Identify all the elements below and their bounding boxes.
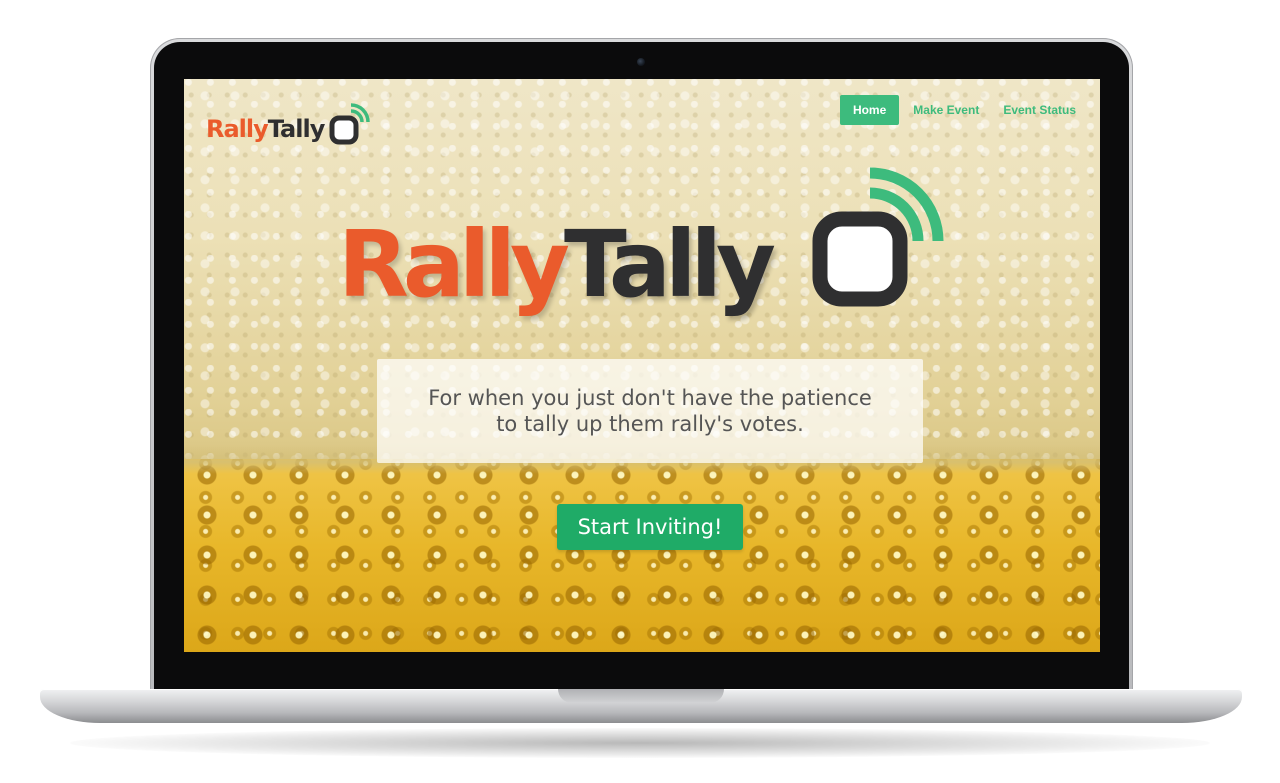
hero-logo: RallyTally — [338, 165, 968, 355]
hero-tally-text: Tally — [563, 211, 776, 318]
nav-event-status[interactable]: Event Status — [993, 95, 1086, 125]
start-inviting-button[interactable]: Start Inviting! — [557, 504, 743, 550]
laptop-mockup: Rally Tally Home Make Event Event Status… — [0, 0, 1280, 783]
signal-box-icon — [329, 101, 371, 149]
hero-signal-box-icon — [806, 165, 966, 329]
tagline-text: For when you just don't have the patienc… — [428, 386, 872, 436]
nav-home[interactable]: Home — [839, 95, 900, 125]
laptop-notch — [558, 689, 724, 703]
beer-bubbles-background — [184, 459, 1100, 652]
hero-logo-wordmark: RallyTally — [338, 215, 776, 315]
main-nav: Home Make Event Event Status — [839, 95, 1086, 125]
hero-rally-text: Rally — [338, 211, 570, 318]
logo-tally-text: Tally — [267, 115, 326, 143]
nav-make-event[interactable]: Make Event — [903, 95, 989, 125]
laptop-shadow — [70, 728, 1210, 758]
camera-icon — [637, 58, 645, 66]
nav-logo[interactable]: Rally Tally — [206, 103, 371, 149]
website-screen: Rally Tally Home Make Event Event Status… — [184, 79, 1100, 652]
tagline-box: For when you just don't have the patienc… — [377, 359, 923, 463]
logo-rally-text: Rally — [206, 115, 269, 143]
